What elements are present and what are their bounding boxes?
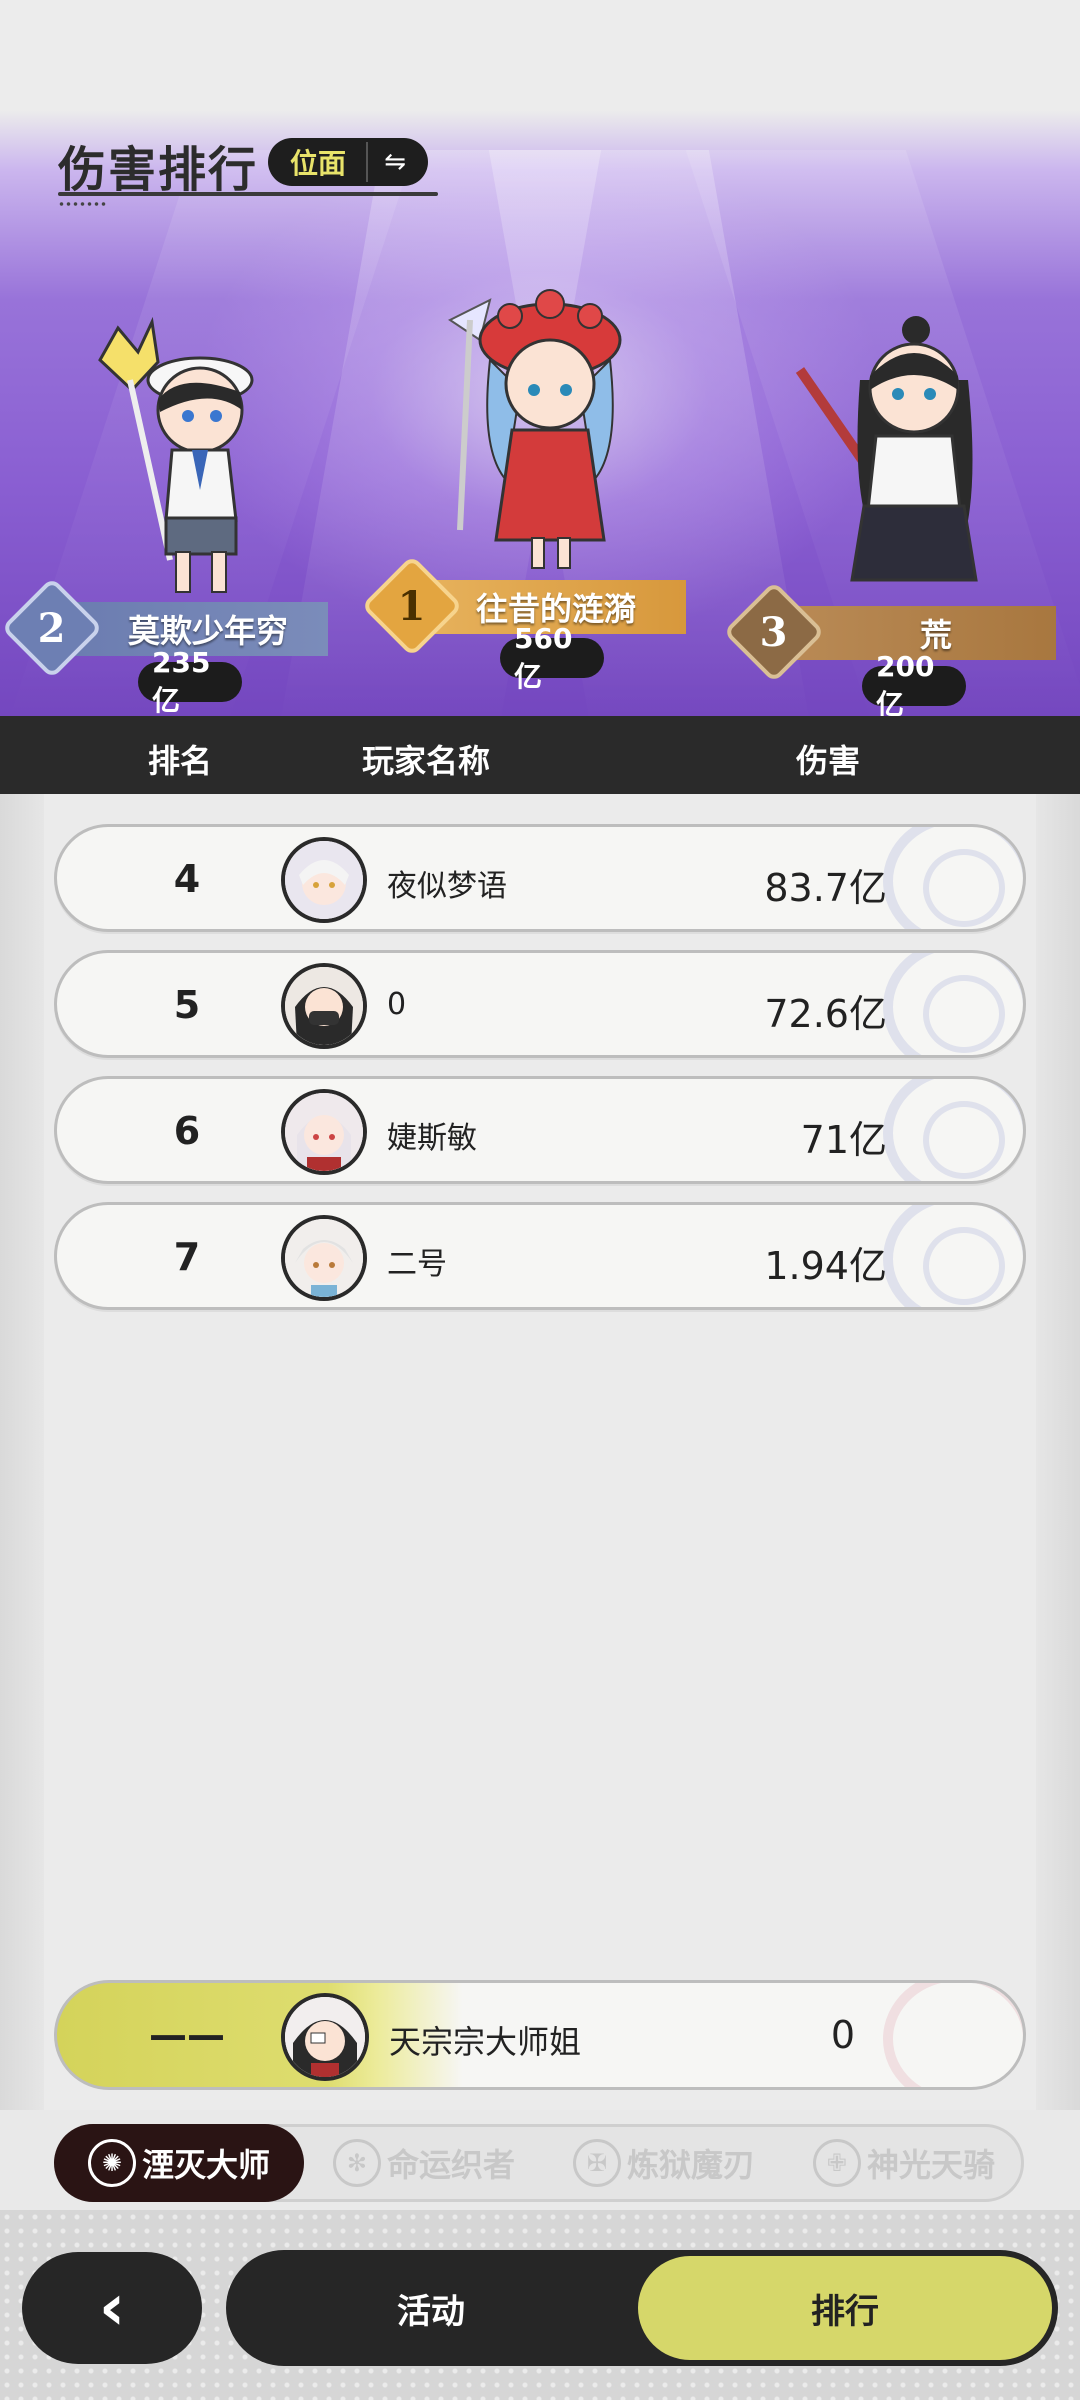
title-block: 伤害排行 xyxy=(58,130,438,206)
self-ranking-row[interactable]: —— 天宗宗大师姐 0 xyxy=(54,1980,1026,2090)
table-row[interactable]: 6 婕斯敏 71亿 xyxy=(54,1076,1026,1184)
row-damage: 71亿 xyxy=(800,1118,887,1162)
row-rank: 6 xyxy=(173,1109,201,1153)
activity-button[interactable]: 活动 xyxy=(226,2250,636,2366)
rank-number: 2 xyxy=(38,604,66,652)
avatar[interactable] xyxy=(281,1089,367,1175)
divine-rider-emblem-icon: ✙ xyxy=(812,2139,861,2187)
avatar[interactable] xyxy=(281,963,367,1049)
tab-purgatory-blade[interactable]: ✠ 炼狱魔刃 xyxy=(559,2127,769,2199)
avatar[interactable] xyxy=(281,837,367,923)
bottom-segmented-control: 活动 排行 xyxy=(226,2250,1058,2366)
purgatory-blade-emblem-icon: ✠ xyxy=(572,2139,621,2187)
tab-annihilation-master[interactable]: ✺ 湮灭大师 xyxy=(54,2124,304,2202)
back-button[interactable]: ‹ xyxy=(22,2252,202,2364)
podium-score-rank-2: 235亿 xyxy=(138,646,242,716)
page-title: 伤害排行 xyxy=(58,142,259,198)
tab-label: 炼狱魔刃 xyxy=(626,2146,755,2184)
row-rank: 4 xyxy=(173,857,201,901)
row-player-name: 0 xyxy=(387,987,407,1022)
tab-label: 湮灭大师 xyxy=(141,2146,270,2184)
character-rank-2[interactable] xyxy=(60,300,270,600)
tab-label: 命运织者 xyxy=(386,2146,515,2184)
podium-score-rank-1: 560亿 xyxy=(500,622,604,693)
row-player-name: 夜似梦语 xyxy=(387,869,507,904)
avatar[interactable] xyxy=(281,1993,369,2081)
view-toggle-label: 位面 xyxy=(290,147,347,180)
ranking-table-header: 排名 玩家名称 伤害 xyxy=(0,716,1080,794)
row-emblem-icon xyxy=(883,1205,1023,1307)
self-player-name: 天宗宗大师姐 xyxy=(389,2023,582,2061)
row-damage: 83.7亿 xyxy=(764,866,887,910)
row-damage: 1.94亿 xyxy=(764,1244,887,1288)
table-row[interactable]: 4 夜似梦语 83.7亿 xyxy=(54,824,1026,932)
view-toggle-button[interactable]: 位面 ⇋ xyxy=(268,138,428,186)
avatar[interactable] xyxy=(281,1215,367,1301)
table-row[interactable]: 5 0 72.6亿 xyxy=(54,950,1026,1058)
row-damage: 72.6亿 xyxy=(764,992,887,1036)
header-player-name: 玩家名称 xyxy=(362,742,491,780)
annihilation-emblem-icon: ✺ xyxy=(87,2139,136,2187)
row-emblem-icon xyxy=(883,953,1023,1055)
row-rank: 7 xyxy=(173,1235,201,1279)
tab-label: 神光天骑 xyxy=(866,2146,995,2184)
header-rank: 排名 xyxy=(148,742,213,780)
ranking-button[interactable]: 排行 xyxy=(638,2256,1052,2360)
row-player-name: 婕斯敏 xyxy=(387,1121,477,1156)
chevron-left-icon: ‹ xyxy=(98,2271,126,2345)
table-row[interactable]: 7 二号 1.94亿 xyxy=(54,1202,1026,1310)
header-damage: 伤害 xyxy=(796,742,861,780)
tab-divine-rider[interactable]: ✙ 神光天骑 xyxy=(799,2127,1009,2199)
self-rank: —— xyxy=(149,2013,225,2057)
row-rank: 5 xyxy=(173,983,201,1027)
rank-number: 1 xyxy=(398,582,426,630)
row-player-name: 二号 xyxy=(387,1247,447,1282)
podium-score-rank-3: 200亿 xyxy=(862,650,966,716)
rank-number: 3 xyxy=(760,608,788,656)
podium-banner: 伤害排行 位面 ⇋ 莫欺少年穷 2 235亿 往昔的涟漪 1 560亿 荒 3 … xyxy=(0,0,1080,716)
row-emblem-icon xyxy=(883,1983,1023,2087)
row-emblem-icon xyxy=(883,827,1023,929)
character-rank-3[interactable] xyxy=(780,310,1010,610)
fate-weaver-emblem-icon: ✻ xyxy=(332,2139,381,2187)
character-rank-1[interactable] xyxy=(420,280,660,580)
row-emblem-icon xyxy=(883,1079,1023,1181)
title-underline xyxy=(58,192,438,196)
swap-arrows-icon: ⇋ xyxy=(366,142,422,182)
title-dots xyxy=(58,202,106,206)
self-damage: 0 xyxy=(830,2013,855,2057)
class-tabs: ✺ 湮灭大师 ✻ 命运织者 ✠ 炼狱魔刃 ✙ 神光天骑 xyxy=(54,2124,1024,2202)
tab-fate-weaver[interactable]: ✻ 命运织者 xyxy=(319,2127,529,2199)
